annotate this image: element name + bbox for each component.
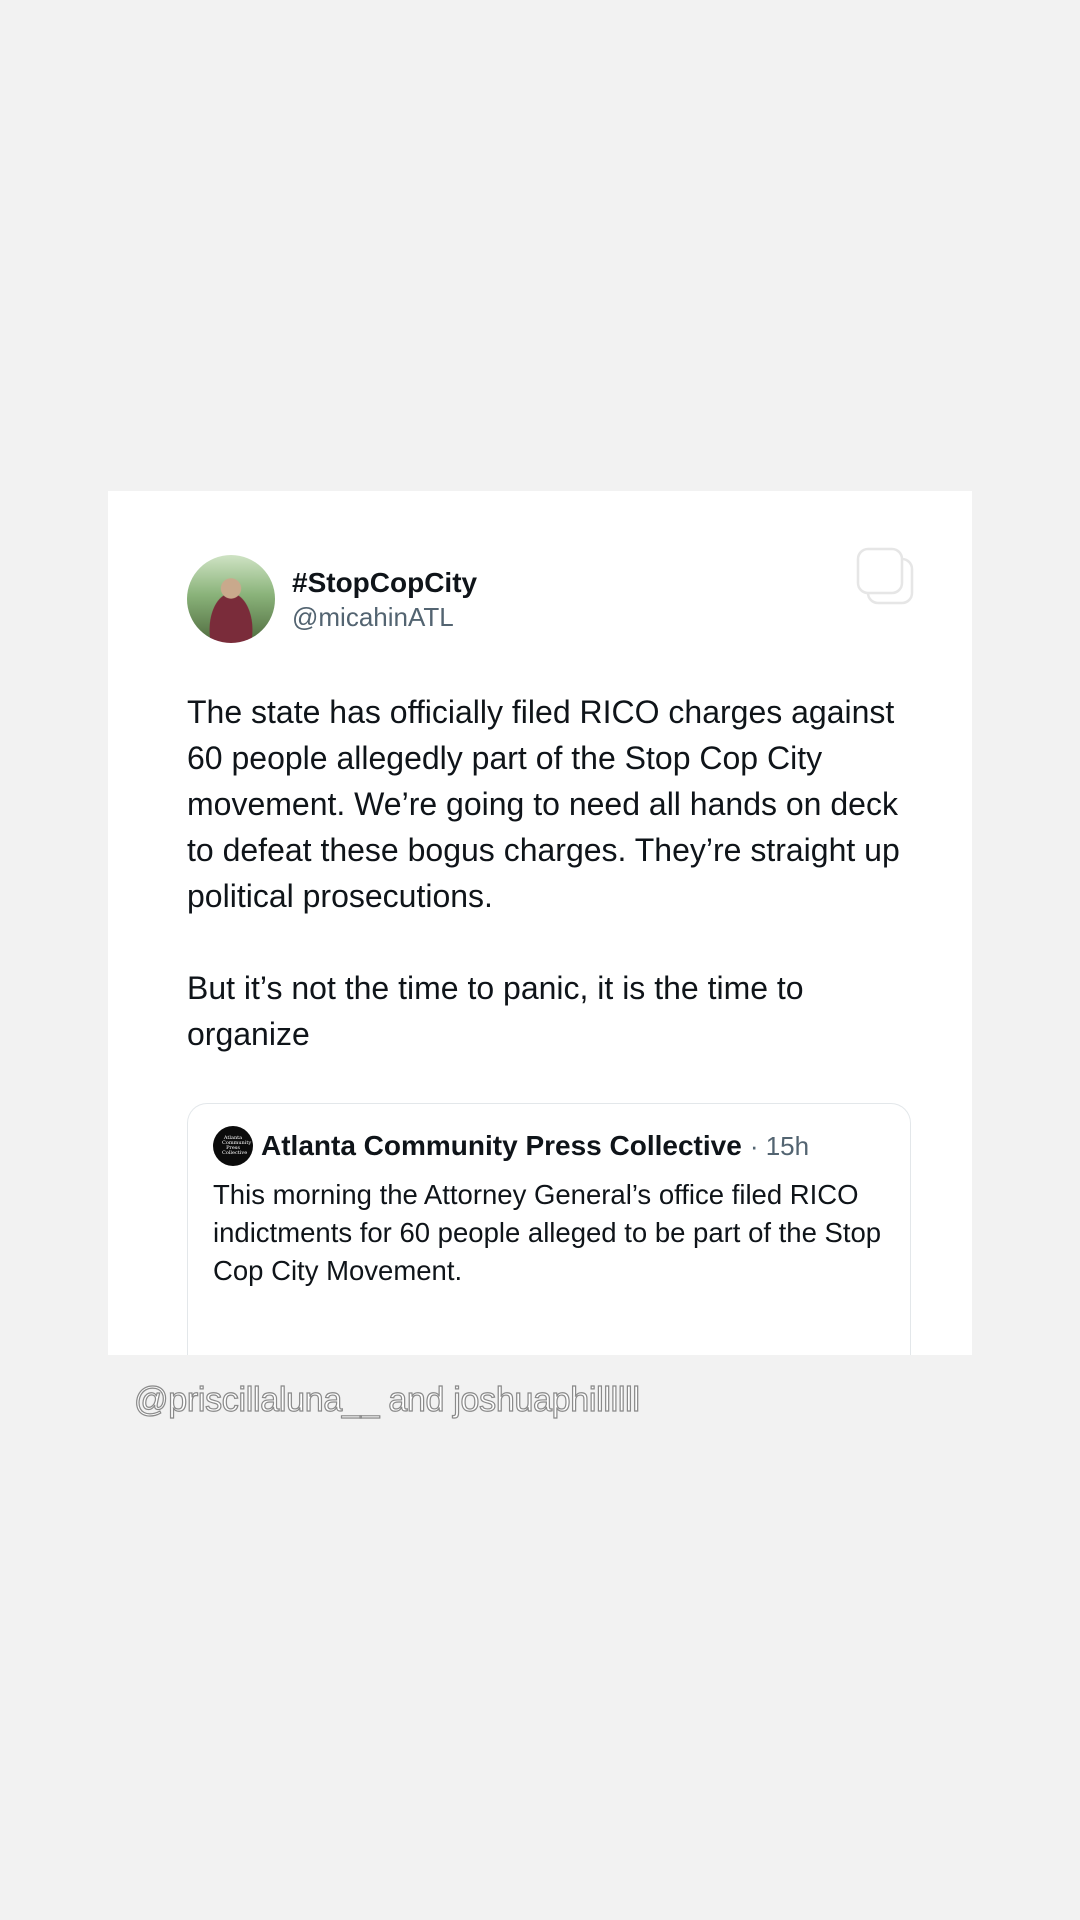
quoted-author-logo: Atlanta Community Press Collective <box>213 1126 253 1166</box>
tweet-header: #StopCopCity @micahinATL <box>187 555 477 643</box>
tweet-paragraph: But it’s not the time to panic, it is th… <box>187 970 804 1052</box>
author-avatar <box>187 555 275 643</box>
quoted-author-logo-text: Atlanta Community Press Collective <box>222 1135 252 1156</box>
tweet-paragraph: The state has officially filed RICO char… <box>187 694 900 914</box>
copy-icon[interactable] <box>850 543 918 611</box>
quoted-author-name: Atlanta Community Press Collective <box>261 1130 742 1161</box>
tweet-body: The state has officially filed RICO char… <box>187 689 927 1057</box>
quoted-tweet-header: Atlanta Community Press Collective Atlan… <box>213 1126 885 1166</box>
quoted-tweet-text: This morning the Attorney General’s offi… <box>213 1179 882 1286</box>
author-handle: @micahinATL <box>292 602 454 632</box>
author-display-name: #StopCopCity <box>292 567 478 598</box>
quoted-tweet[interactable]: Atlanta Community Press Collective Atlan… <box>187 1103 911 1355</box>
tweet-screenshot-card: #StopCopCity @micahinATL The state has o… <box>108 491 972 1355</box>
story-canvas: #StopCopCity @micahinATL The state has o… <box>0 0 1080 1920</box>
quoted-tweet-time: · 15h <box>749 1130 810 1161</box>
author-names: #StopCopCity @micahinATL <box>292 565 477 633</box>
story-mention-sticker[interactable]: @priscillaluna__ and joshuaphillllll <box>133 1380 640 1420</box>
